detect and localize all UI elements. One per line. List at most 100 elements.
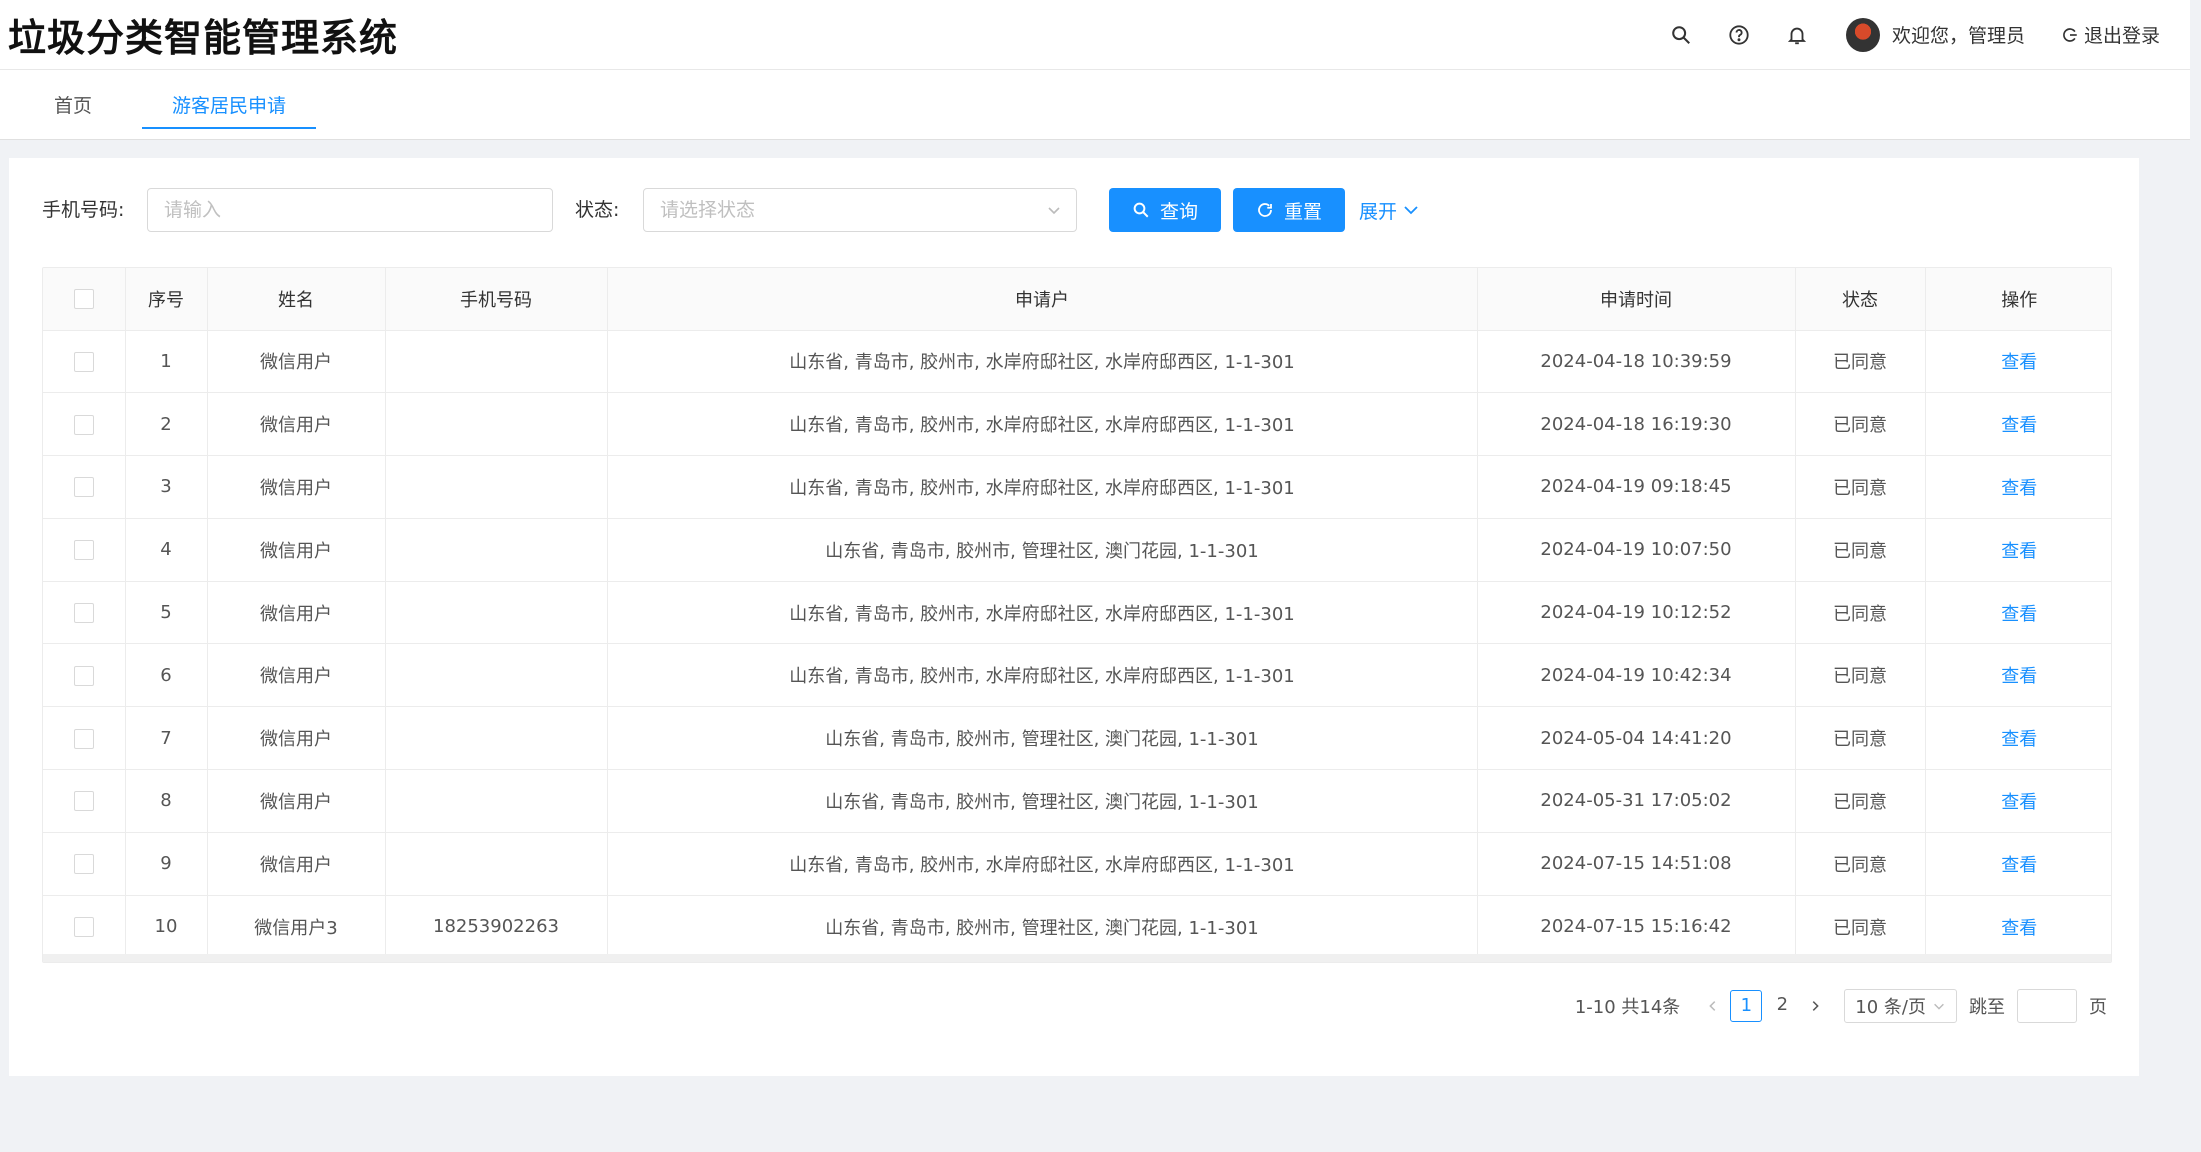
row-status-cell: 已同意 [1795, 581, 1926, 645]
row-name-cell: 微信用户 [207, 330, 386, 394]
view-link[interactable]: 查看 [2001, 855, 2037, 876]
search-icon[interactable] [1652, 0, 1710, 70]
row-checkbox[interactable] [73, 791, 94, 812]
page-1-button[interactable]: 1 [1730, 990, 1763, 1022]
phone-label: 手机号码: [42, 199, 125, 221]
row-checkbox[interactable] [73, 728, 94, 749]
table-row: 7 微信用户 山东省, 青岛市, 胶州市, 管理社区, 澳门花园, 1-1-301 2… [43, 706, 2111, 771]
row-status-cell: 已同意 [1795, 706, 1926, 771]
row-name-cell: 微信用户 [207, 769, 386, 833]
expand-toggle[interactable]: 展开 [1359, 188, 1419, 232]
tab-home[interactable]: 首页 [24, 69, 122, 139]
row-household-cell: 山东省, 青岛市, 胶州市, 水岸府邸社区, 水岸府邸西区, 1-1-301 [607, 392, 1478, 457]
row-checkbox[interactable] [73, 917, 94, 938]
page-suffix: 页 [2089, 997, 2107, 1018]
row-time-cell: 2024-05-31 17:05:02 [1477, 769, 1796, 833]
pagination-total: 1-10 共14条 [1574, 997, 1681, 1018]
column-header: 序号 [125, 268, 208, 331]
table-body: 1 微信用户 山东省, 青岛市, 胶州市, 水岸府邸社区, 水岸府邸西区, 1-1-… [43, 330, 2111, 959]
row-name-cell: 微信用户 [207, 643, 386, 708]
row-time-cell: 2024-05-04 14:41:20 [1477, 706, 1796, 771]
row-name-cell: 微信用户 [207, 832, 386, 896]
phone-input[interactable] [147, 188, 553, 232]
view-link[interactable]: 查看 [2001, 415, 2037, 436]
row-phone-cell [385, 392, 608, 457]
view-link[interactable]: 查看 [2001, 541, 2037, 562]
row-time-cell: 2024-04-18 10:39:59 [1477, 330, 1796, 394]
user-greeting: 欢迎您，管理员 [1891, 25, 2025, 47]
row-phone-cell: 18253902263 [385, 895, 608, 959]
row-index-cell: 10 [125, 895, 208, 959]
row-time-cell: 2024-04-18 16:19:30 [1477, 392, 1796, 457]
row-phone-cell [385, 832, 608, 896]
page-2-button[interactable]: 2 [1766, 990, 1798, 1022]
search-form: 手机号码: 状态: 请选择状态 查询 重置 展开 [9, 188, 2139, 232]
prev-page-button[interactable] [1702, 995, 1724, 1017]
search-icon [1133, 202, 1149, 218]
next-page-button[interactable] [1804, 995, 1826, 1017]
pagination: 1-10 共14条 1 2 10 条/页 跳至 页 [1575, 988, 2107, 1024]
chevron-down-icon [1048, 207, 1060, 215]
query-button[interactable]: 查询 [1109, 188, 1221, 232]
row-checkbox[interactable] [73, 414, 94, 435]
view-link[interactable]: 查看 [2001, 792, 2037, 813]
logout-button[interactable]: 退出登录 [2061, 21, 2160, 48]
jump-page-input[interactable] [2017, 989, 2077, 1023]
table-header-row: 序号 姓名 手机号码 申请户 申请时间 状态 操作 [43, 268, 2111, 331]
reset-label: 重置 [1283, 200, 1322, 223]
row-checkbox[interactable] [73, 477, 94, 498]
reload-icon [1258, 203, 1272, 217]
jump-label: 跳至 [1969, 997, 2005, 1018]
row-checkbox[interactable] [73, 540, 94, 561]
row-phone-cell [385, 769, 608, 833]
status-select[interactable]: 请选择状态 [643, 188, 1077, 232]
row-status-cell: 已同意 [1795, 455, 1926, 519]
column-header: 操作 [1925, 268, 2111, 331]
row-index-cell: 2 [125, 392, 208, 457]
row-phone-cell [385, 455, 608, 519]
table-row: 1 微信用户 山东省, 青岛市, 胶州市, 水岸府邸社区, 水岸府邸西区, 1-1-… [43, 330, 2111, 394]
page-size-label: 10 条/页 [1855, 997, 1926, 1018]
row-name-cell: 微信用户 [207, 706, 386, 771]
reset-button[interactable]: 重置 [1233, 188, 1345, 232]
horizontal-scrollbar[interactable] [43, 954, 2111, 962]
user-menu[interactable]: 欢迎您，管理员 [1845, 17, 2025, 52]
row-status-cell: 已同意 [1795, 518, 1926, 582]
chevron-down-icon [1934, 1003, 1944, 1010]
row-checkbox[interactable] [73, 854, 94, 875]
chevron-down-icon [1404, 206, 1418, 215]
row-time-cell: 2024-07-15 15:16:42 [1477, 895, 1796, 959]
row-phone-cell [385, 581, 608, 645]
tab-bar: 首页 游客居民申请 [0, 70, 2190, 140]
view-link[interactable]: 查看 [2001, 729, 2037, 750]
row-status-cell: 已同意 [1795, 643, 1926, 708]
view-link[interactable]: 查看 [2001, 666, 2037, 687]
bell-icon[interactable] [1768, 0, 1826, 70]
table-row: 6 微信用户 山东省, 青岛市, 胶州市, 水岸府邸社区, 水岸府邸西区, 1-1-… [43, 643, 2111, 708]
column-header: 申请时间 [1477, 268, 1796, 331]
row-checkbox[interactable] [73, 351, 94, 372]
view-link[interactable]: 查看 [2001, 478, 2037, 499]
select-all-checkbox[interactable] [73, 289, 94, 310]
row-name-cell: 微信用户3 [207, 895, 386, 959]
row-time-cell: 2024-04-19 10:07:50 [1477, 518, 1796, 582]
help-icon[interactable] [1710, 0, 1768, 70]
table-row: 2 微信用户 山东省, 青岛市, 胶州市, 水岸府邸社区, 水岸府邸西区, 1-1-… [43, 392, 2111, 457]
tab-visitor-resident-application[interactable]: 游客居民申请 [142, 69, 317, 139]
page-size-select[interactable]: 10 条/页 [1844, 989, 1957, 1023]
table-row: 4 微信用户 山东省, 青岛市, 胶州市, 管理社区, 澳门花园, 1-1-301 2… [43, 518, 2111, 582]
column-header: 手机号码 [385, 268, 608, 331]
row-status-cell: 已同意 [1795, 832, 1926, 896]
logout-label: 退出登录 [2083, 25, 2160, 47]
row-checkbox[interactable] [73, 603, 94, 624]
view-link[interactable]: 查看 [2001, 352, 2037, 373]
row-checkbox[interactable] [73, 665, 94, 686]
row-household-cell: 山东省, 青岛市, 胶州市, 管理社区, 澳门花园, 1-1-301 [607, 895, 1478, 959]
logout-icon [2063, 27, 2077, 42]
view-link[interactable]: 查看 [2001, 604, 2037, 625]
row-index-cell: 3 [125, 455, 208, 519]
application-table: 序号 姓名 手机号码 申请户 申请时间 状态 操作 1 微信用户 山东省, 青岛市,… [42, 267, 2112, 963]
view-link[interactable]: 查看 [2001, 918, 2037, 939]
chevron-right-icon [1812, 1001, 1820, 1011]
row-phone-cell [385, 706, 608, 771]
